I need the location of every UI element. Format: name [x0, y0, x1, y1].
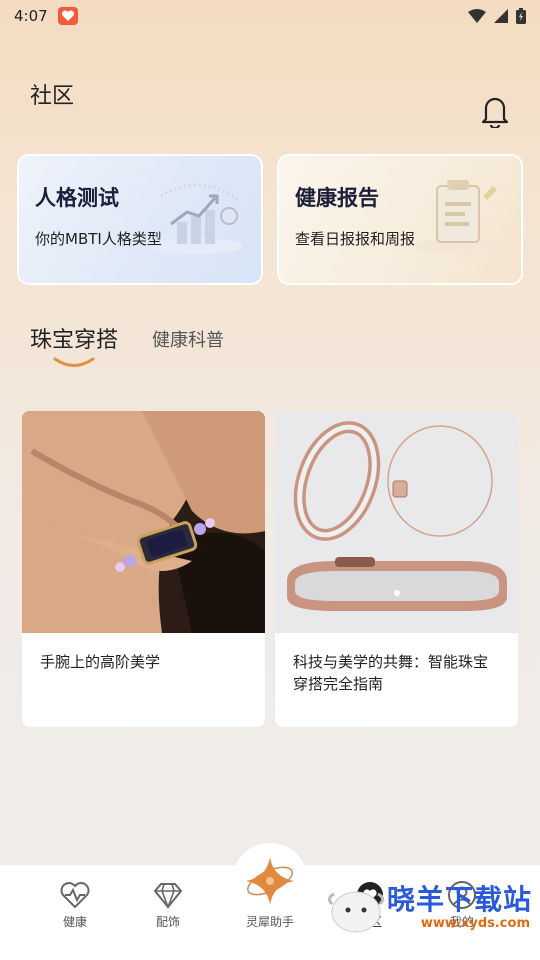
status-icons	[468, 8, 526, 24]
heart-pulse-icon	[60, 882, 90, 909]
card-subtitle: 你的MBTI人格类型	[35, 230, 162, 248]
battery-icon	[516, 8, 526, 24]
diamond-icon	[154, 883, 182, 909]
assistant-button[interactable]	[232, 843, 308, 919]
content-tabs: 珠宝穿搭 健康科普	[30, 322, 224, 367]
watermark-url: www.xyds.com	[420, 916, 530, 931]
sheep-logo-icon	[327, 891, 385, 933]
post-image-jewelry-set	[275, 411, 518, 633]
nav-item-accessories[interactable]: 配饰	[138, 881, 198, 930]
nav-label: 健康	[62, 915, 87, 929]
card-title: 健康报告	[295, 186, 379, 210]
page-title: 社区	[30, 84, 75, 109]
personality-test-card[interactable]: 人格测试 你的MBTI人格类型	[17, 154, 263, 285]
card-title: 人格测试	[35, 186, 119, 210]
wifi-icon	[468, 9, 486, 23]
nav-label: 配饰	[155, 915, 180, 929]
card-subtitle: 查看日报报和周报	[295, 230, 416, 248]
watermark: 晓羊下载站 www.xyds.com	[316, 872, 536, 952]
app-notification-icon	[57, 7, 78, 25]
nav-item-health[interactable]: 健康	[45, 881, 105, 930]
post-title: 科技与美学的共舞：智能珠宝穿搭完全指南	[293, 653, 489, 693]
bell-icon[interactable]	[480, 94, 510, 130]
active-tab-indicator	[53, 357, 95, 367]
health-report-card[interactable]: 健康报告 查看日报报和周报	[277, 154, 523, 285]
post-title: 手腕上的高阶美学	[40, 653, 161, 671]
tab-label: 珠宝穿搭	[30, 328, 119, 353]
tab-health-science[interactable]: 健康科普	[152, 326, 224, 364]
status-time: 4:07	[14, 7, 48, 25]
signal-icon	[494, 9, 508, 23]
nav-label-assistant: 灵犀助手	[245, 915, 294, 929]
sparkle-orbit-icon	[246, 857, 294, 905]
tab-jewelry-outfits[interactable]: 珠宝穿搭	[30, 322, 119, 367]
post-image-wrist-watch	[22, 411, 265, 633]
post-card[interactable]: 手腕上的高阶美学	[22, 411, 265, 727]
post-card[interactable]: 科技与美学的共舞：智能珠宝穿搭完全指南	[275, 411, 518, 727]
status-bar: 4:07	[0, 0, 540, 32]
watermark-text: 晓羊下载站	[386, 883, 532, 916]
